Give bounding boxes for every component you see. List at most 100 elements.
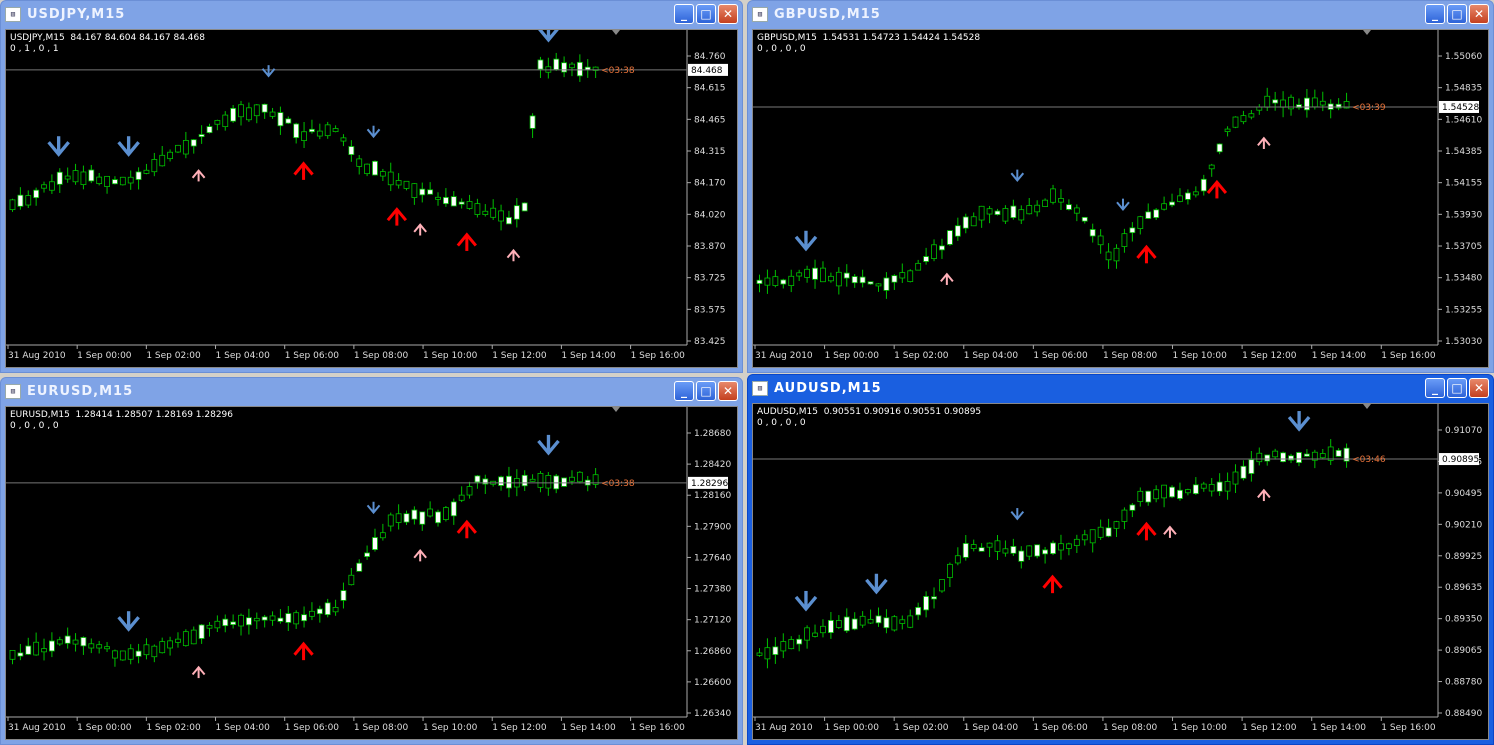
chart-window-audusd[interactable]: ▥ AUDUSD,M15 _ □ ✕ AUDUSD,M15 0.90551 0.… <box>747 374 1494 745</box>
price-chart[interactable]: USDJPY,M15 84.167 84.604 84.167 84.468 0… <box>5 29 738 368</box>
title-bar[interactable]: ▥ AUDUSD,M15 _ □ ✕ <box>748 375 1493 401</box>
candle-body <box>1113 521 1120 529</box>
candle-body <box>119 650 126 661</box>
chart-canvas[interactable]: 0.910700.907850.904950.902100.899250.896… <box>753 404 1488 739</box>
candle-body <box>33 641 40 656</box>
candle-body <box>576 61 583 77</box>
x-tick-label: 1 Sep 02:00 <box>146 723 201 733</box>
candle-body <box>466 201 473 209</box>
candle-body <box>435 196 441 200</box>
bar-timer-label: <03:38 <box>601 66 635 76</box>
x-tick-label: 1 Sep 08:00 <box>354 351 409 361</box>
candle-body <box>301 131 307 141</box>
candle-body <box>96 644 103 649</box>
current-price-label: 1.28296 <box>691 479 728 489</box>
candle-body <box>72 639 79 645</box>
candle-body <box>293 123 300 139</box>
candle-body <box>931 244 937 259</box>
candle-body <box>1018 209 1025 221</box>
candle-body <box>1153 489 1160 500</box>
candle-body <box>143 644 150 656</box>
price-chart[interactable]: GBPUSD,M15 1.54531 1.54723 1.54424 1.545… <box>752 29 1489 368</box>
candle-body <box>883 277 890 291</box>
candle-body <box>915 262 922 271</box>
x-tick-label: 1 Sep 12:00 <box>1242 351 1297 361</box>
title-bar[interactable]: ▥ USDJPY,M15 _ □ ✕ <box>1 1 742 27</box>
title-bar[interactable]: ▥ GBPUSD,M15 _ □ ✕ <box>748 1 1493 27</box>
candle-body <box>1296 452 1302 464</box>
current-price-label: 84.468 <box>691 66 723 76</box>
candle-body <box>1224 128 1231 132</box>
chart-canvas[interactable]: 84.760 84.615 84.465 84.315 84.170 84.020 83.8… <box>6 30 737 367</box>
y-tick-label: 0.89635 <box>1445 583 1482 593</box>
minimize-button[interactable]: _ <box>1425 4 1445 24</box>
chart-window-eurusd[interactable]: ▥ EURUSD,M15 _ □ ✕ EURUSD,M15 1.28414 1.… <box>0 377 743 745</box>
price-chart[interactable]: EURUSD,M15 1.28414 1.28507 1.28169 1.282… <box>5 406 738 740</box>
buy-arrow-icon <box>191 665 206 679</box>
y-tick-label: 1.27120 <box>694 616 731 626</box>
candle-body <box>1177 489 1183 499</box>
candle-body <box>1256 106 1263 111</box>
buy-arrow-icon <box>1257 136 1271 149</box>
candle-body <box>986 542 993 548</box>
candle-body <box>135 650 142 657</box>
minimize-button[interactable]: _ <box>674 381 694 401</box>
candle-body <box>875 283 882 287</box>
maximize-button[interactable]: □ <box>1447 378 1467 398</box>
candle-body <box>1169 486 1175 498</box>
candle-body <box>986 208 993 215</box>
candle-body <box>1129 504 1136 511</box>
candle-body <box>537 472 544 488</box>
candle-body <box>340 590 347 601</box>
chart-window-usdjpy[interactable]: ▥ USDJPY,M15 _ □ ✕ USDJPY,M15 84.167 84.… <box>0 0 743 373</box>
candle-body <box>1232 116 1239 128</box>
maximize-button[interactable]: □ <box>696 4 716 24</box>
candle-body <box>843 272 850 279</box>
candle-body <box>1177 195 1183 202</box>
candle-body <box>931 596 937 600</box>
candle-body <box>1319 100 1326 106</box>
x-tick-label: 31 Aug 2010 <box>8 351 66 361</box>
candle-body <box>1026 205 1033 215</box>
close-button[interactable]: ✕ <box>1469 378 1489 398</box>
x-tick-label: 1 Sep 14:00 <box>1312 723 1367 733</box>
close-button[interactable]: ✕ <box>718 4 738 24</box>
price-chart[interactable]: AUDUSD,M15 0.90551 0.90916 0.90551 0.908… <box>752 403 1489 740</box>
current-price-label: 1.54528 <box>1442 103 1479 113</box>
minimize-button[interactable]: _ <box>674 4 694 24</box>
chart-canvas[interactable]: 1.28680 1.28420 1.28160 1.27900 1.27640 1.273… <box>6 407 737 739</box>
close-button[interactable]: ✕ <box>1469 4 1489 24</box>
buy-arrow-icon <box>191 169 206 182</box>
candle-body <box>340 137 347 142</box>
candle-body <box>907 270 914 282</box>
chart-canvas[interactable]: 1.55060 1.54835 1.54610 1.54385 1.54155 1.539… <box>753 30 1488 367</box>
candle-body <box>835 620 842 628</box>
candle-body <box>1248 459 1255 474</box>
candle-body <box>356 158 363 167</box>
candle-body <box>883 617 890 629</box>
close-button[interactable]: ✕ <box>718 381 738 401</box>
candle-body <box>277 617 284 622</box>
current-price-label: 0.90895 <box>1442 455 1479 465</box>
candle-body <box>96 176 103 185</box>
chart-window-gbpusd[interactable]: ▥ GBPUSD,M15 _ □ ✕ GBPUSD,M15 1.54531 1.… <box>747 0 1494 373</box>
y-tick-label: 0.89065 <box>1445 646 1482 656</box>
x-tick-label: 1 Sep 08:00 <box>1103 351 1158 361</box>
candle-body <box>994 210 1001 215</box>
y-tick-label: 0.88490 <box>1445 709 1482 719</box>
title-bar[interactable]: ▥ EURUSD,M15 _ □ ✕ <box>1 378 742 404</box>
candle-body <box>820 267 826 283</box>
maximize-button[interactable]: □ <box>1447 4 1467 24</box>
candle-body <box>498 210 504 222</box>
candle-body <box>395 513 402 523</box>
maximize-button[interactable]: □ <box>696 381 716 401</box>
y-tick-label: 84.020 <box>694 210 726 220</box>
x-tick-label: 1 Sep 10:00 <box>1173 351 1228 361</box>
candle-body <box>127 648 134 660</box>
candle-body <box>442 507 449 520</box>
minimize-button[interactable]: _ <box>1425 378 1445 398</box>
candle-body <box>1010 205 1017 218</box>
candle-body <box>419 511 426 525</box>
candle-body <box>324 602 331 616</box>
candle-body <box>1065 204 1072 210</box>
